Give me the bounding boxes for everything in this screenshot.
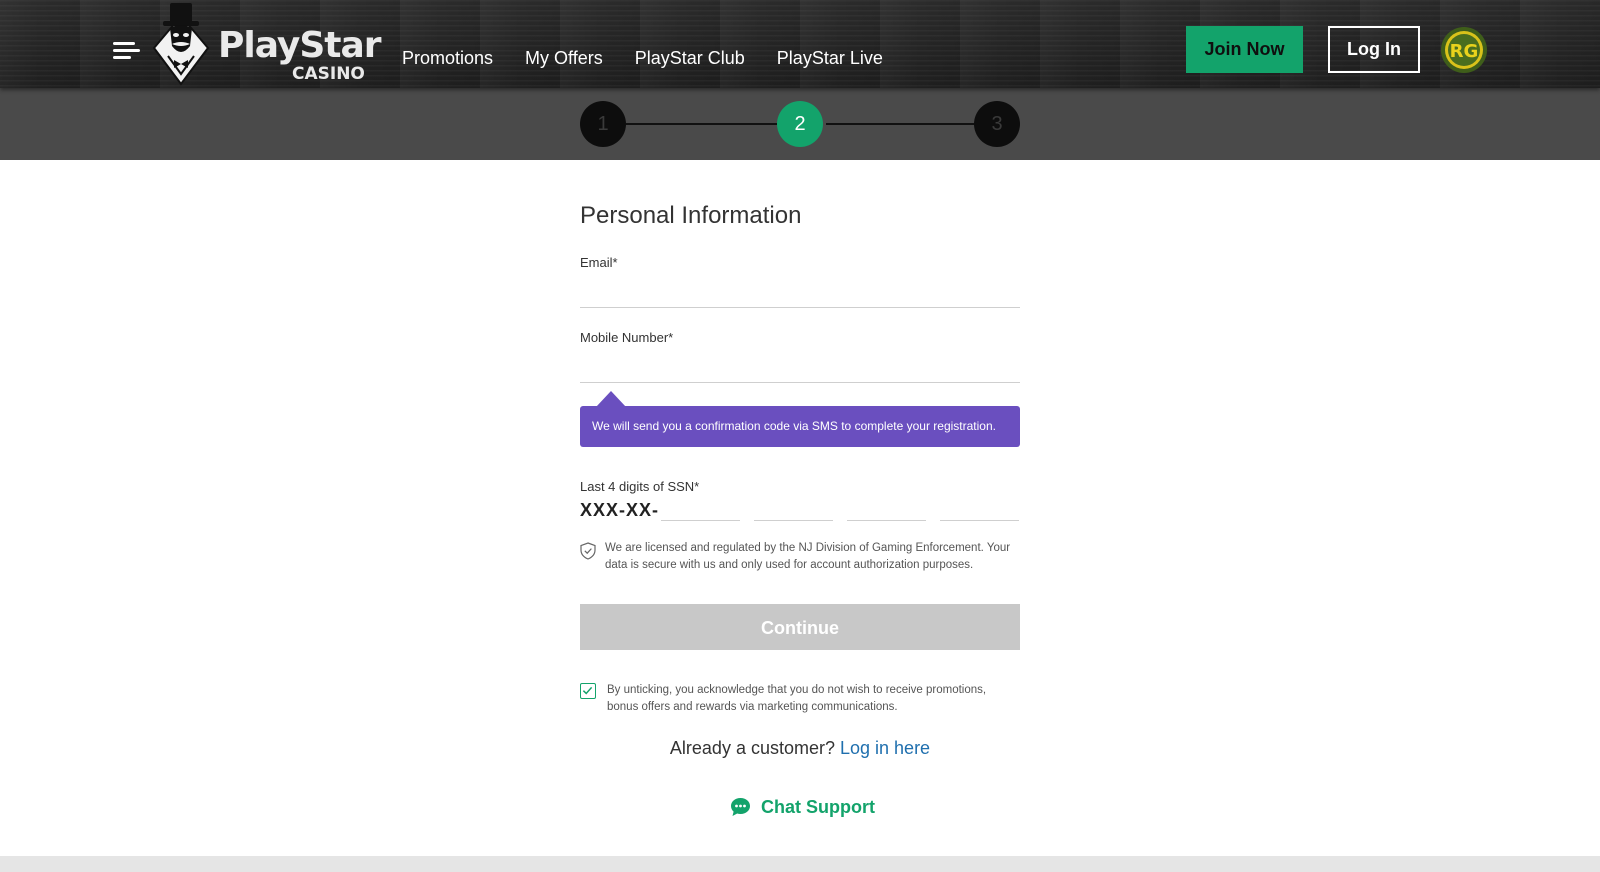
main-nav: Promotions My Offers PlayStar Club PlayS…	[402, 46, 915, 70]
tooltip-arrow	[596, 391, 626, 407]
top-hat-gentleman-icon	[152, 3, 210, 86]
security-notice-text: We are licensed and regulated by the NJ …	[605, 542, 1011, 571]
page-title: Personal Information	[580, 202, 802, 229]
log-in-here-link[interactable]: Log in here	[840, 738, 930, 758]
ssn-digit-4[interactable]	[940, 496, 1019, 521]
top-header: PlayStar CASINO Promotions My Offers Pla…	[0, 0, 1600, 88]
ssn-digit-2[interactable]	[754, 496, 833, 521]
ssn-digit-3[interactable]	[847, 496, 926, 521]
already-customer: Already a customer? Log in here	[580, 736, 1020, 760]
already-customer-text: Already a customer?	[669, 738, 835, 758]
logo-subtitle: CASINO	[292, 64, 365, 84]
chat-bubble-icon	[731, 798, 750, 816]
footer-strip	[0, 856, 1600, 872]
marketing-consent-checkbox[interactable]	[580, 683, 596, 699]
nav-item-promotions[interactable]: Promotions	[402, 46, 493, 70]
mobile-number-field[interactable]	[580, 351, 1020, 383]
nav-item-my-offers[interactable]: My Offers	[525, 46, 603, 70]
shield-check-icon	[580, 542, 596, 560]
stepper-connector	[826, 123, 980, 125]
email-field[interactable]	[580, 276, 1020, 308]
log-in-button[interactable]: Log In	[1328, 26, 1420, 73]
playstar-casino-logo[interactable]: PlayStar CASINO	[150, 2, 382, 86]
ssn-label: Last 4 digits of SSN*	[580, 479, 700, 494]
marketing-consent-text: By unticking, you acknowledge that you d…	[607, 684, 987, 713]
nav-item-playstar-club[interactable]: PlayStar Club	[635, 46, 745, 70]
nav-item-playstar-live[interactable]: PlayStar Live	[777, 46, 883, 70]
continue-button[interactable]: Continue	[580, 604, 1020, 650]
step-1: 1	[580, 101, 626, 147]
responsible-gaming-badge[interactable]: RG	[1440, 26, 1488, 74]
rg-badge-text: RG	[1450, 41, 1479, 62]
step-3: 3	[974, 101, 1020, 147]
sms-notice-tooltip: We will send you a confirmation code via…	[580, 406, 1020, 447]
join-now-button[interactable]: Join Now	[1186, 26, 1303, 73]
ssn-prefix: XXX-XX-	[580, 500, 660, 520]
email-label: Email*	[580, 255, 618, 270]
logo-wordmark: PlayStar	[218, 25, 382, 66]
chat-support-label: Chat Support	[761, 797, 875, 817]
ssn-digit-1[interactable]	[661, 496, 740, 521]
stepper-connector	[626, 123, 780, 125]
hamburger-menu-icon[interactable]	[113, 42, 141, 62]
step-2-active: 2	[777, 101, 823, 147]
mobile-number-label: Mobile Number*	[580, 330, 674, 345]
checkmark-icon	[582, 686, 593, 695]
